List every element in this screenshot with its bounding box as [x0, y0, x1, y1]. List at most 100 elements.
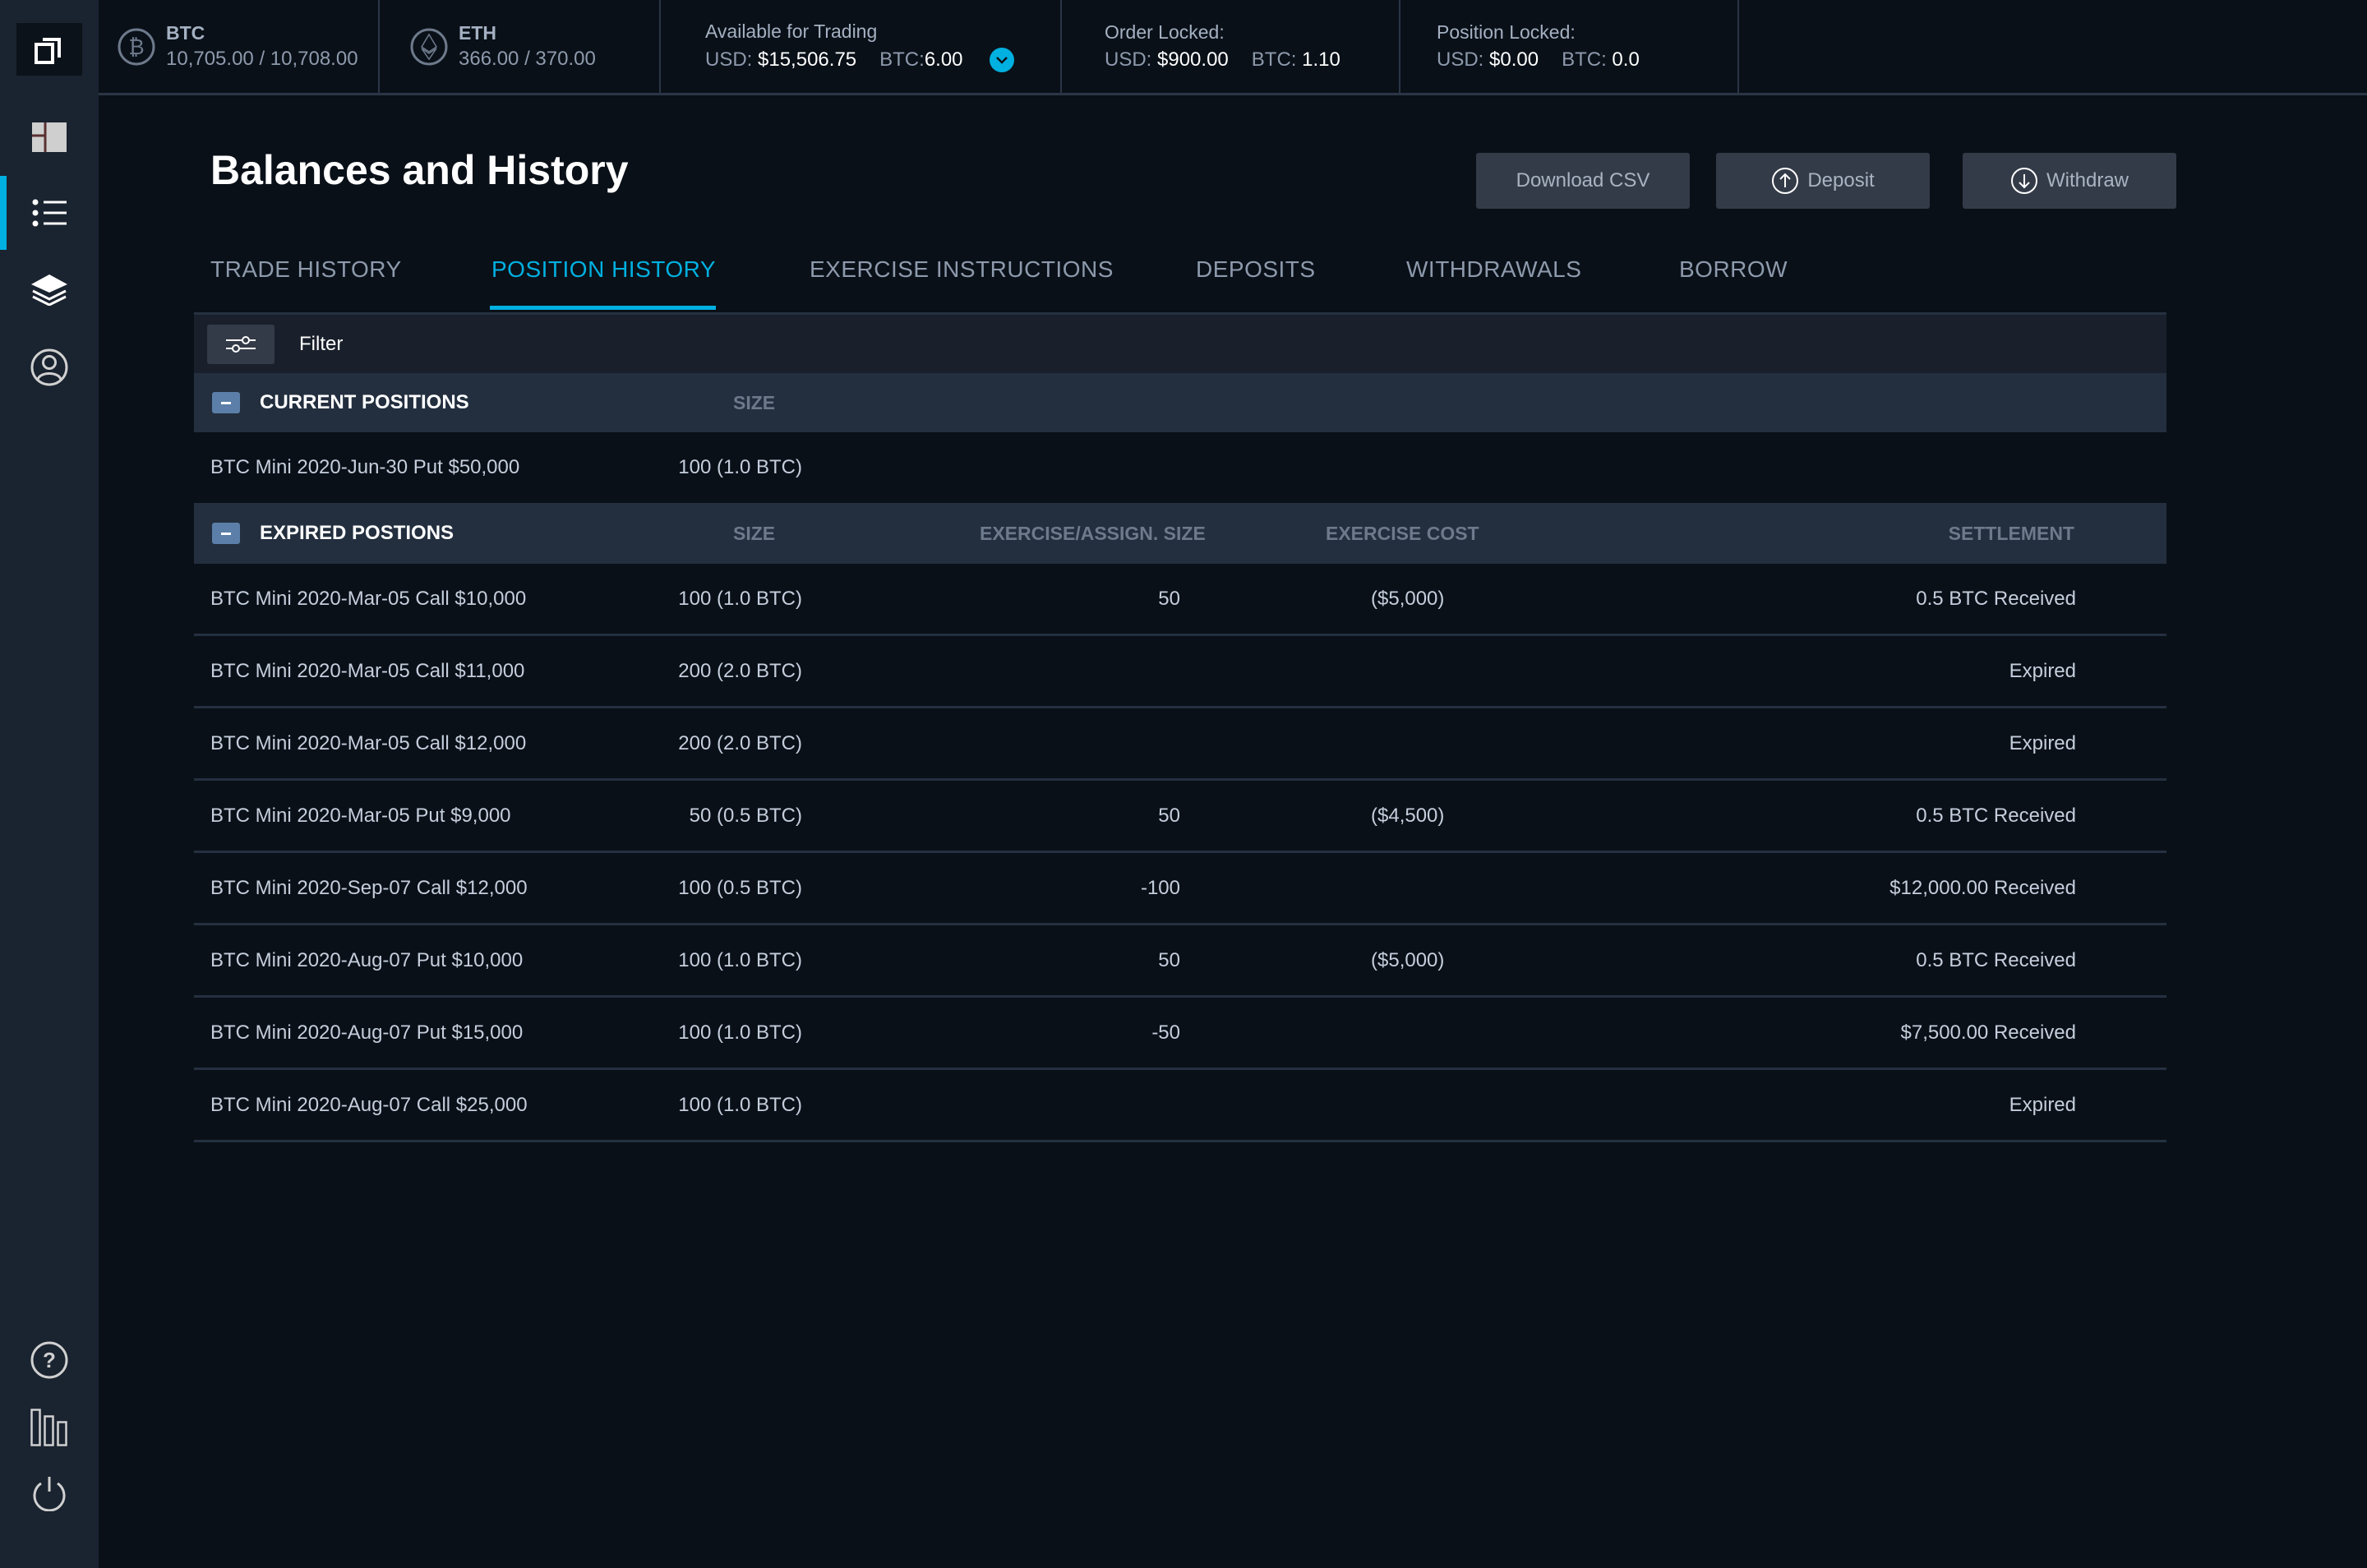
arrow-up-circle-icon: [1772, 168, 1799, 194]
available-title: Available for Trading: [705, 21, 878, 42]
instrument-name: BTC Mini 2020-Aug-07 Put $10,000: [210, 948, 524, 971]
available-btc: 6.00: [924, 48, 963, 71]
instrument-name: BTC Mini 2020-Mar-05 Call $12,000: [210, 731, 527, 754]
position-history-panel: Filter CURRENT POSITIONS SIZE BTC Mini 2…: [194, 312, 2166, 1142]
exercise-cost: ($5,000): [1371, 948, 1445, 971]
expired-position-row[interactable]: BTC Mini 2020-Mar-05 Call $12,000 200 (2.…: [194, 708, 2166, 781]
btc-key: BTC:: [1562, 48, 1607, 71]
position-size: 50 (0.5 BTC): [689, 804, 802, 827]
exercise-size: 50: [1158, 587, 1180, 610]
sidebar-item-stats[interactable]: [0, 1390, 99, 1464]
settlement: 0.5 BTC Received: [1916, 804, 2076, 827]
ethereum-icon: [410, 28, 448, 65]
expired-positions-header: EXPIRED POSTIONS SIZE EXERCISE/ASSIGN. S…: [194, 503, 2166, 564]
sidebar-item-dashboard[interactable]: [0, 100, 99, 174]
current-positions-header: CURRENT POSITIONS SIZE: [194, 373, 2166, 432]
btc-ticker: ₿ BTC 10,705.00 / 10,708.00: [99, 0, 380, 93]
instrument-name: BTC Mini 2020-Aug-07 Put $15,000: [210, 1021, 524, 1044]
eth-price: 366.00 / 370.00: [459, 48, 596, 70]
sidebar-item-account[interactable]: [0, 330, 99, 404]
settlement: Expired: [2009, 731, 2076, 754]
help-icon: ?: [30, 1341, 68, 1379]
eth-ticker: ETH 366.00 / 370.00: [380, 0, 661, 93]
position-size: 200 (2.0 BTC): [678, 659, 802, 682]
sidebar-item-history[interactable]: [0, 176, 99, 250]
usd-key: USD:: [1437, 48, 1484, 71]
tab-position-history[interactable]: POSITION HISTORY: [489, 256, 717, 310]
expired-position-row[interactable]: BTC Mini 2020-Mar-05 Call $10,000 100 (1.…: [194, 564, 2166, 636]
copy-windows-icon: [35, 38, 61, 64]
tab-withdrawals[interactable]: WITHDRAWALS: [1406, 256, 1581, 283]
available-for-trading: Available for Trading USD: $15,506.75 BT…: [661, 0, 1062, 93]
order-locked: Order Locked: USD: $900.00 BTC: 1.10: [1062, 0, 1400, 93]
sidebar-item-help[interactable]: ?: [0, 1323, 99, 1397]
available-expand-button[interactable]: [989, 48, 1014, 72]
current-positions-title: CURRENT POSITIONS: [260, 391, 469, 413]
download-csv-button[interactable]: Download CSV: [1476, 153, 1690, 209]
sidebar: ?: [0, 0, 99, 1568]
sidebar-item-logout[interactable]: [0, 1456, 99, 1530]
position-size: 100 (1.0 BTC): [678, 1093, 802, 1116]
order-locked-btc: 1.10: [1302, 48, 1340, 71]
settlement: $7,500.00 Received: [1900, 1021, 2077, 1044]
tab-deposits[interactable]: DEPOSITS: [1196, 256, 1316, 283]
bar-chart-icon: [30, 1409, 67, 1446]
withdraw-button[interactable]: Withdraw: [1963, 153, 2176, 209]
sidebar-item-layers[interactable]: [0, 253, 99, 327]
btc-key: BTC:: [1251, 48, 1297, 71]
expired-position-row[interactable]: BTC Mini 2020-Aug-07 Put $10,000 100 (1.0…: [194, 925, 2166, 998]
settlement: 0.5 BTC Received: [1916, 587, 2076, 610]
power-icon: [33, 1477, 66, 1511]
col-settlement: SETTLEMENT: [1948, 522, 2074, 544]
dashboard-icon: [32, 122, 67, 152]
position-locked-title: Position Locked:: [1437, 21, 1576, 43]
ticker-bar: ₿ BTC 10,705.00 / 10,708.00 ETH 366.00 /…: [99, 0, 2367, 95]
expired-position-row[interactable]: BTC Mini 2020-Sep-07 Call $12,000 100 (0.…: [194, 853, 2166, 925]
exercise-size: -100: [1140, 876, 1180, 899]
expired-position-row[interactable]: BTC Mini 2020-Mar-05 Call $11,000 200 (2.…: [194, 636, 2166, 708]
tab-exercise-instructions[interactable]: EXERCISE INSTRUCTIONS: [810, 256, 1114, 283]
download-csv-label: Download CSV: [1516, 169, 1650, 191]
bitcoin-icon: ₿: [118, 28, 155, 65]
collapse-current-button[interactable]: [212, 392, 240, 413]
sliders-icon: [226, 335, 256, 353]
position-locked: Position Locked: USD: $0.00 BTC: 0.0: [1400, 0, 1739, 93]
tab-trade-history[interactable]: TRADE HISTORY: [210, 256, 402, 283]
current-position-row[interactable]: BTC Mini 2020-Jun-30 Put $50,000 100 (1.0…: [194, 432, 2166, 503]
usd-key: USD:: [1105, 48, 1152, 71]
order-locked-usd: $900.00: [1157, 48, 1229, 71]
instrument-name: BTC Mini 2020-Mar-05 Call $10,000: [210, 587, 527, 610]
svg-text:₿: ₿: [128, 35, 144, 59]
position-locked-btc: 0.0: [1612, 48, 1640, 71]
expired-position-row[interactable]: BTC Mini 2020-Aug-07 Call $25,000 100 (1.…: [194, 1070, 2166, 1142]
filter-bar: Filter: [194, 312, 2166, 373]
btc-key: BTC:: [879, 48, 925, 71]
col-size: SIZE: [733, 522, 776, 544]
position-locked-usd: $0.00: [1489, 48, 1539, 71]
eth-label: ETH: [459, 22, 496, 44]
btc-price: 10,705.00 / 10,708.00: [166, 48, 358, 70]
app-logo[interactable]: [16, 23, 82, 76]
exercise-cost: ($5,000): [1371, 587, 1445, 610]
exercise-size: -50: [1151, 1021, 1180, 1044]
position-size: 100 (1.0 BTC): [678, 587, 802, 610]
deposit-button[interactable]: Deposit: [1716, 153, 1930, 209]
expired-position-row[interactable]: BTC Mini 2020-Aug-07 Put $15,000 100 (1.0…: [194, 998, 2166, 1070]
exercise-cost: ($4,500): [1371, 804, 1445, 827]
collapse-expired-button[interactable]: [212, 523, 240, 544]
expired-position-row[interactable]: BTC Mini 2020-Mar-05 Put $9,000 50 (0.5 B…: [194, 781, 2166, 853]
svg-text:?: ?: [43, 1348, 56, 1372]
chevron-down-icon: [995, 57, 1008, 64]
withdraw-label: Withdraw: [2046, 169, 2129, 191]
filter-button[interactable]: [207, 324, 275, 364]
exercise-size: 50: [1158, 804, 1180, 827]
position-size: 100 (1.0 BTC): [678, 948, 802, 971]
settlement: Expired: [2009, 659, 2076, 682]
user-circle-icon: [30, 348, 68, 386]
tab-borrow[interactable]: BORROW: [1679, 256, 1788, 283]
settlement: Expired: [2009, 1093, 2076, 1116]
position-size: 100 (0.5 BTC): [678, 876, 802, 899]
col-size: SIZE: [733, 391, 776, 413]
list-icon: [32, 199, 67, 227]
settlement: 0.5 BTC Received: [1916, 948, 2076, 971]
